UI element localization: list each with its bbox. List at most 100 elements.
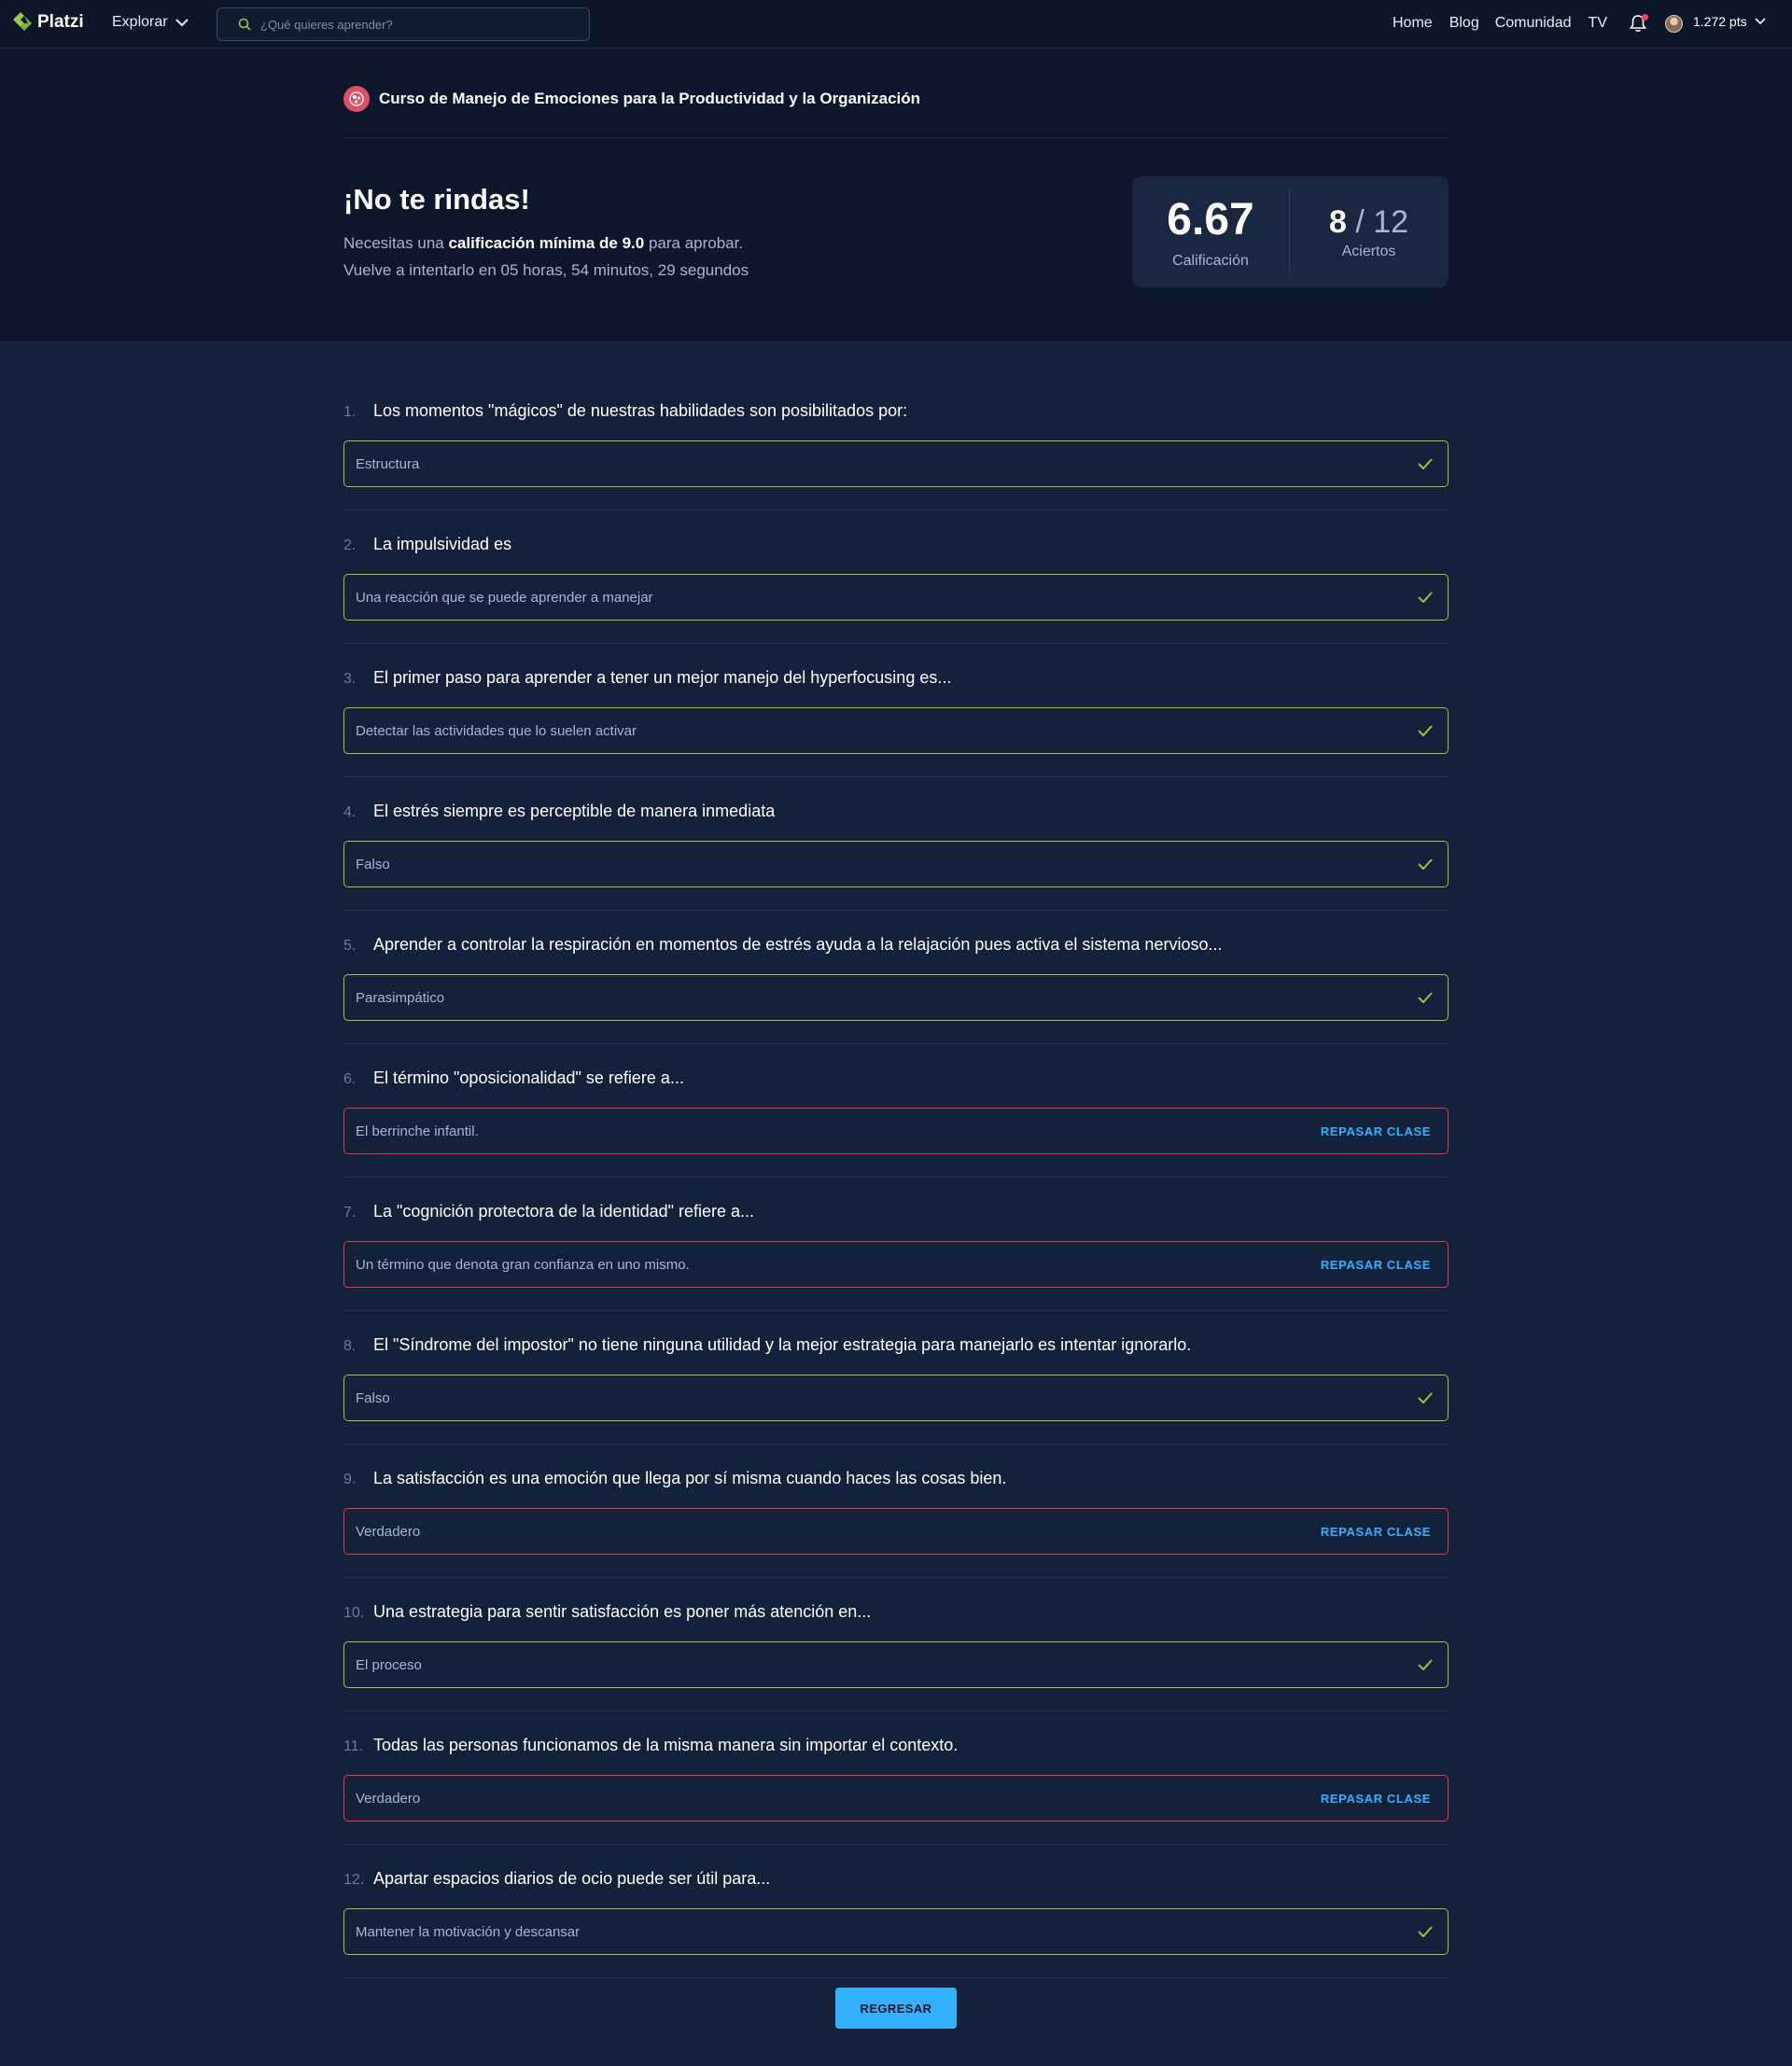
hits-total: / 12 [1346,204,1409,240]
answer-wrong: El berrinche infantil. REPASAR CLASE [343,1108,1449,1154]
question-number: 12. [343,1872,365,1888]
question-item: 9. La satisfacción es una emoción que ll… [343,1446,1449,1580]
check-icon [1418,859,1433,870]
question-item: 4. El estrés siempre es perceptible de m… [343,779,1449,913]
question-text-row: 3. El primer paso para aprender a tener … [343,668,951,688]
question-item: 11. Todas las personas funcionamos de la… [343,1713,1449,1847]
question-text: El "Síndrome del impostor" no tiene ning… [373,1335,1192,1354]
back-button[interactable]: REGRESAR [835,1988,957,2029]
divider [343,1043,1449,1044]
divider [343,643,1449,644]
nav-links: Home Blog Comunidad TV [1393,15,1607,32]
question-text: Los momentos "mágicos" de nuestras habil… [373,401,908,420]
platzi-logo[interactable]: Platzi [11,10,84,35]
question-item: 6. El término "oposicionalidad" se refie… [343,1046,1449,1180]
answer-correct: Falso [343,841,1449,887]
answer-text: El proceso [356,1656,422,1673]
divider [343,1844,1449,1845]
answer-text: Detectar las actividades que lo suelen a… [356,722,637,739]
review-class-link[interactable]: REPASAR CLASE [1321,1525,1431,1539]
question-text-row: 11. Todas las personas funcionamos de la… [343,1736,958,1755]
question-item: 5. Aprender a controlar la respiración e… [343,913,1449,1046]
divider [343,1310,1449,1311]
answer-text: Una reacción que se puede aprender a man… [356,589,653,606]
pass-requirement-text: Necesitas una calificación mínima de 9.0… [343,234,743,253]
answer-text: Falso [356,1389,390,1406]
divider [343,1577,1449,1578]
question-text-row: 9. La satisfacción es una emoción que ll… [343,1469,1006,1488]
user-points-menu[interactable]: 1.272 pts [1693,14,1766,29]
divider [343,1710,1449,1711]
nav-link-tv[interactable]: TV [1589,15,1607,32]
nav-link-blog[interactable]: Blog [1449,15,1479,32]
question-item: 8. El "Síndrome del impostor" no tiene n… [343,1313,1449,1446]
course-badge-icon [343,86,370,112]
explore-label: Explorar [112,14,168,30]
hits-correct: 8 [1328,204,1347,240]
chevron-down-icon [1754,18,1766,25]
answer-text: Verdadero [356,1523,421,1540]
question-text-row: 10. Una estrategia para sentir satisfacc… [343,1602,871,1622]
check-icon [1418,592,1433,603]
question-number: 6. [343,1071,357,1087]
answer-text: Falso [356,856,390,872]
search-icon [238,18,251,31]
answer-wrong: Verdadero REPASAR CLASE [343,1508,1449,1555]
answer-correct: Mantener la motivación y descansar [343,1908,1449,1955]
question-text: La "cognición protectora de la identidad… [373,1202,755,1221]
divider [343,910,1449,911]
search-bar[interactable] [217,7,590,41]
answer-correct: El proceso [343,1641,1449,1688]
answer-correct: Falso [343,1375,1449,1421]
user-points: 1.272 pts [1693,14,1747,29]
question-number: 8. [343,1338,357,1354]
question-item: 2. La impulsividad es Una reacción que s… [343,512,1449,646]
divider [343,1444,1449,1445]
platzi-logo-icon [13,12,32,31]
divider [343,776,1449,777]
hits-value: 8 / 12 [1289,204,1449,241]
search-input[interactable] [260,17,568,32]
notification-dot [1642,14,1648,21]
question-text: La satisfacción es una emoción que llega… [373,1469,1007,1487]
check-icon [1418,1659,1433,1670]
question-text: El término "oposicionalidad" se refiere … [373,1068,684,1087]
question-item: 3. El primer paso para aprender a tener … [343,646,1449,779]
questions-list: 1. Los momentos "mágicos" de nuestras ha… [343,379,1449,1980]
question-text-row: 7. La "cognición protectora de la identi… [343,1202,754,1221]
question-text-row: 8. El "Síndrome del impostor" no tiene n… [343,1335,1191,1355]
question-text: Aprender a controlar la respiración en m… [373,935,1223,954]
answer-text: Parasimpático [356,989,445,1006]
answer-correct: Una reacción que se puede aprender a man… [343,574,1449,621]
nav-link-comunidad[interactable]: Comunidad [1495,15,1572,32]
avatar[interactable] [1665,15,1683,33]
question-item: 12. Apartar espacios diarios de ocio pue… [343,1847,1449,1980]
grade-label: Calificación [1172,253,1249,269]
course-title-row: Curso de Manejo de Emociones para la Pro… [343,86,920,112]
review-class-link[interactable]: REPASAR CLASE [1321,1124,1431,1138]
review-class-link[interactable]: REPASAR CLASE [1321,1792,1431,1806]
answer-text: Mantener la motivación y descansar [356,1923,581,1940]
answer-wrong: Un término que denota gran confianza en … [343,1241,1449,1288]
question-item: 10. Una estrategia para sentir satisfacc… [343,1580,1449,1713]
requirement-prefix: Necesitas una [343,234,449,252]
question-number: 2. [343,537,357,553]
question-text: Una estrategia para sentir satisfacción … [373,1602,872,1621]
review-class-link[interactable]: REPASAR CLASE [1321,1258,1431,1272]
top-navbar: Platzi Explorar Home Blog Comunidad TV 1… [0,0,1792,49]
hits-label: Aciertos [1341,244,1396,259]
check-icon [1418,992,1433,1003]
question-text-row: 6. El término "oposicionalidad" se refie… [343,1068,684,1088]
answer-text: El berrinche infantil. [356,1123,479,1139]
explore-menu-button[interactable]: Explorar [112,14,189,31]
answer-text: Estructura [356,455,420,472]
divider [343,1977,1449,1978]
question-number: 5. [343,938,357,954]
divider [343,1177,1449,1178]
notifications-button[interactable] [1630,14,1648,35]
check-icon [1418,725,1433,736]
nav-link-home[interactable]: Home [1393,15,1433,32]
question-text-row: 12. Apartar espacios diarios de ocio pue… [343,1869,770,1889]
question-number: 11. [343,1738,364,1754]
question-text: El primer paso para aprender a tener un … [373,668,952,687]
